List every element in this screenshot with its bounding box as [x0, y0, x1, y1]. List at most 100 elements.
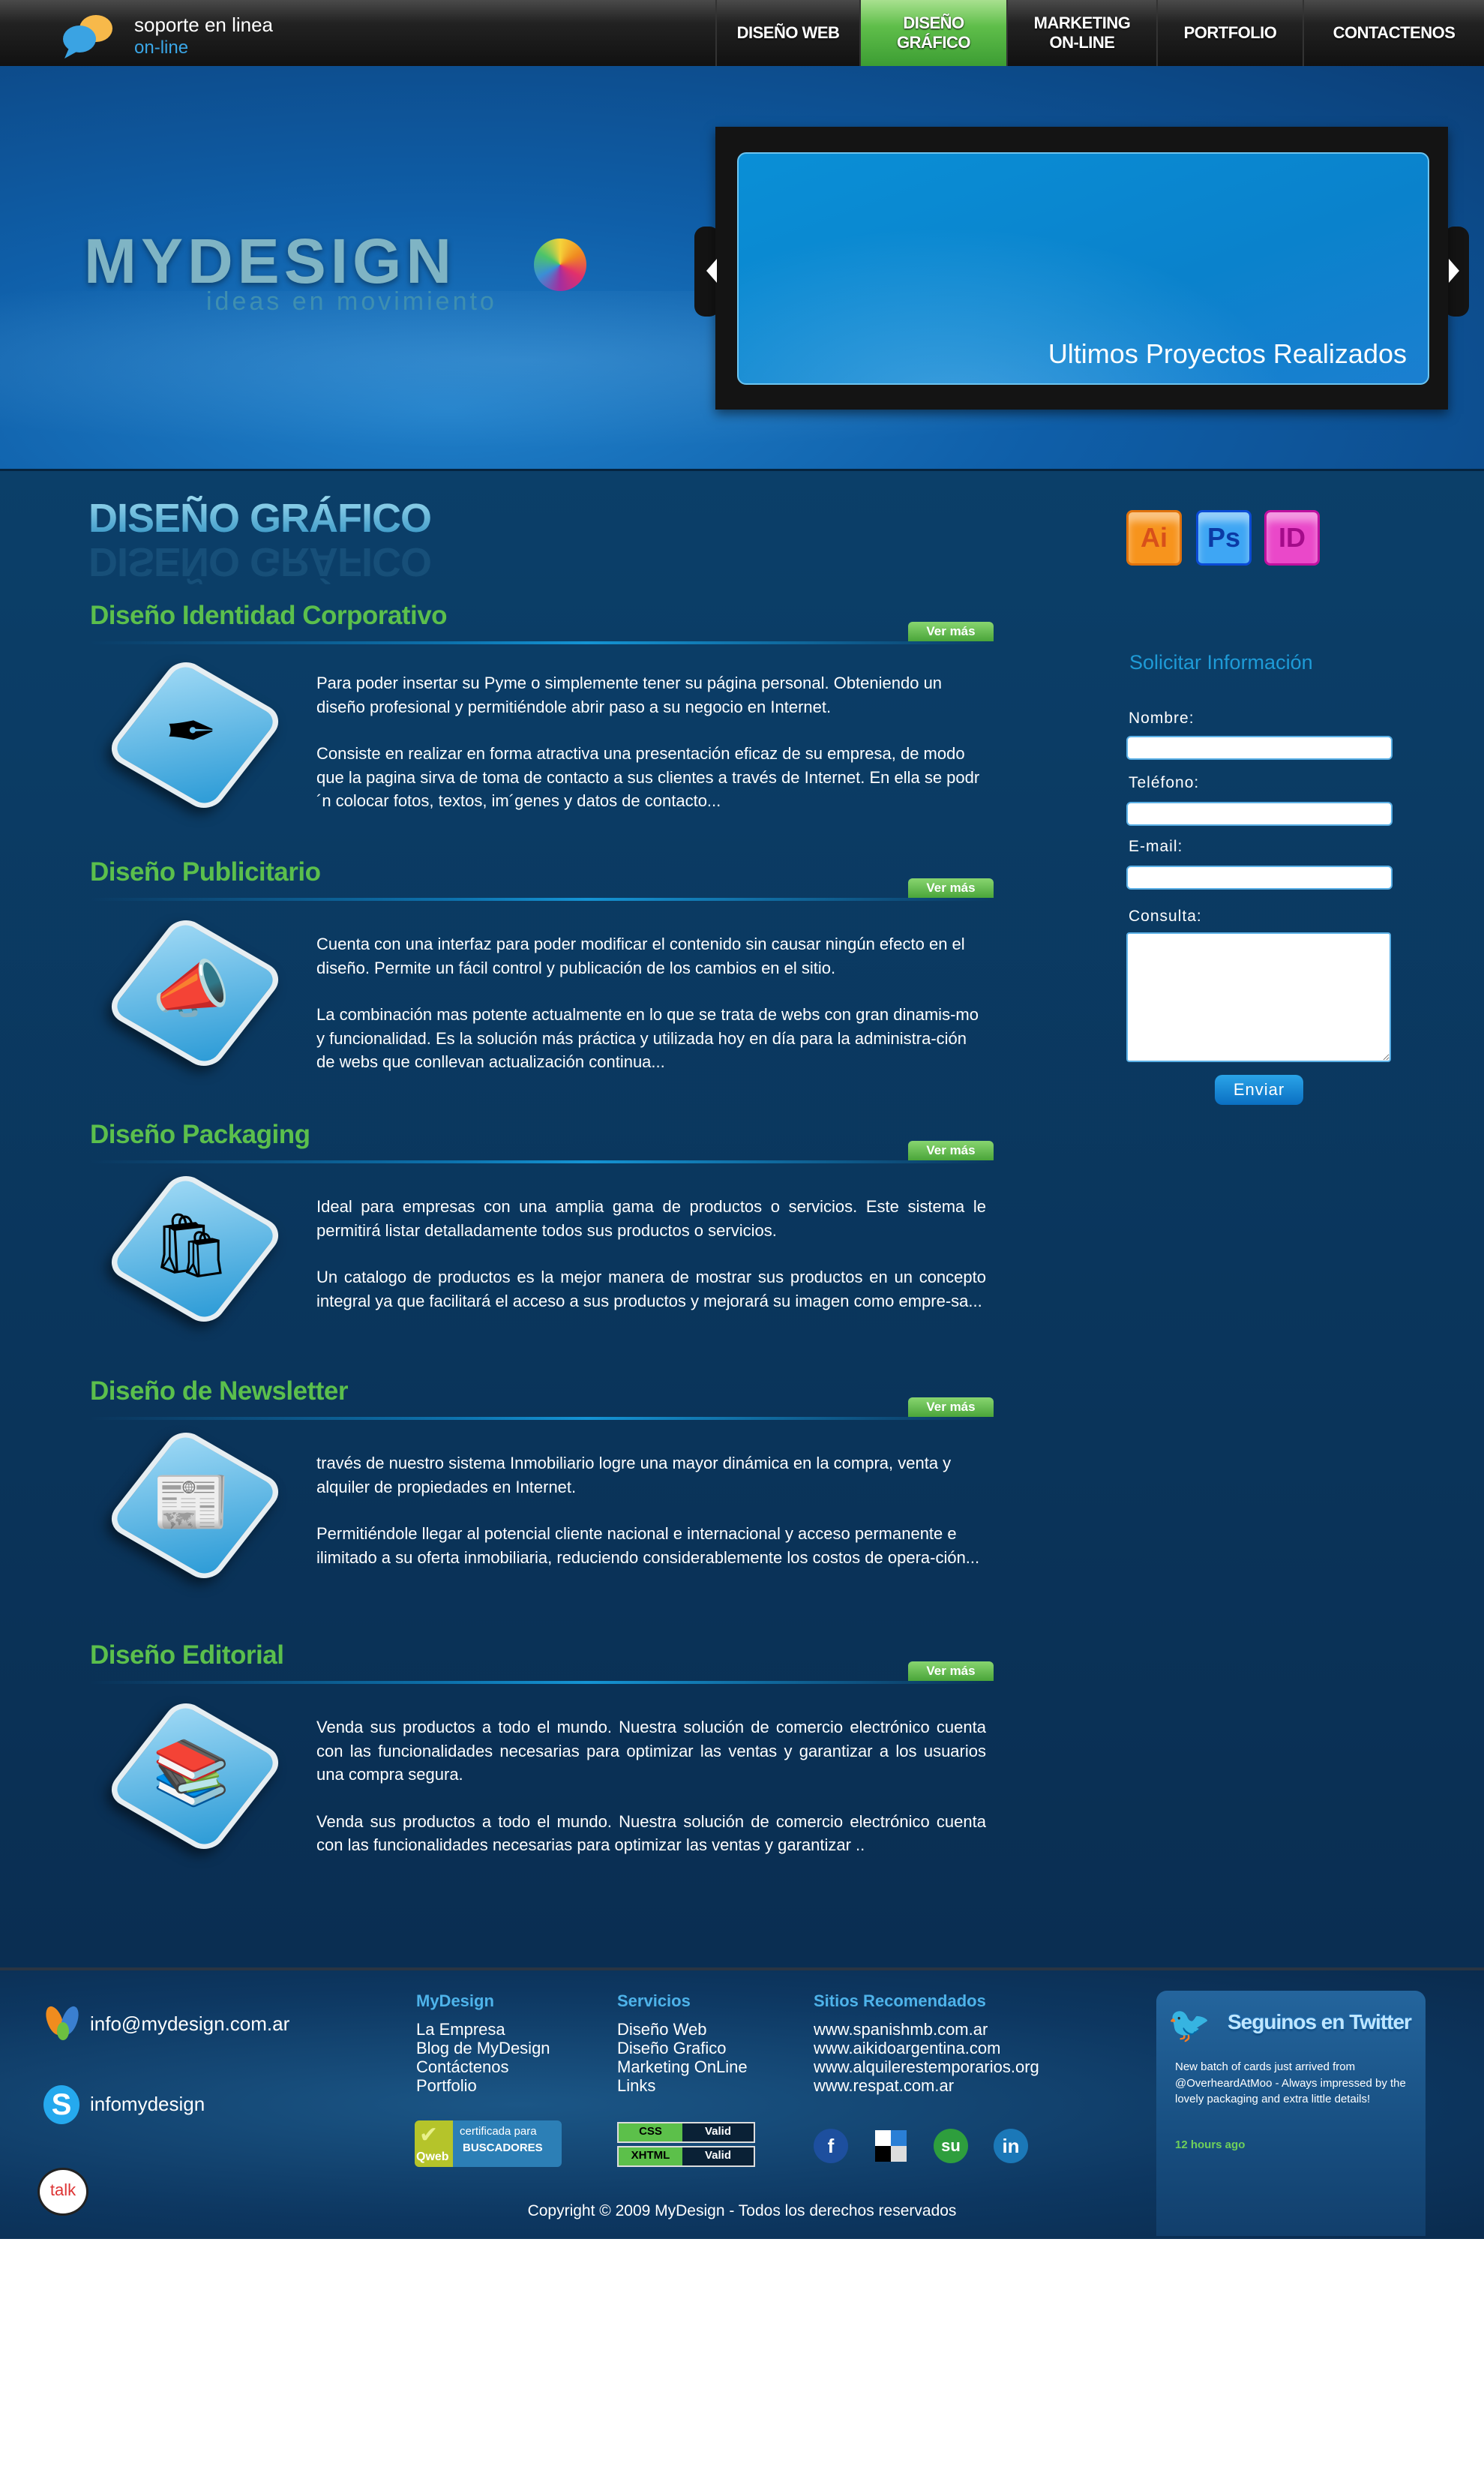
footer-skype[interactable]: infomydesign [90, 2093, 205, 2116]
support-status[interactable]: on-line [134, 38, 188, 59]
footer-link[interactable]: Contáctenos [416, 2057, 509, 2076]
section-paragraph: Ideal para empresas con una amplia gama … [316, 1197, 986, 1240]
qweb-line1: certificada para [460, 2125, 537, 2138]
footer-col-heading: MyDesign [416, 1991, 494, 2010]
section-icon-glyph: 📚 [151, 1736, 231, 1808]
footer-link[interactable]: Portfolio [416, 2076, 477, 2095]
slide-image[interactable]: Ultimos Proyectos Realizados [737, 152, 1429, 385]
shopping-bag-icon: 🛍 [103, 1166, 286, 1329]
footer-link[interactable]: www.spanishmb.com.ar [814, 2020, 988, 2039]
footer-link[interactable]: www.aikidoargentina.com [814, 2039, 1000, 2057]
section-divider [90, 1160, 994, 1163]
ver-mas-button[interactable]: Ver más [908, 1661, 994, 1681]
footer-link[interactable]: Blog de MyDesign [416, 2039, 550, 2057]
ver-mas-button[interactable]: Ver más [908, 1397, 994, 1417]
nav-diseno-grafico[interactable]: DISEÑO GRÁFICO [859, 0, 1006, 66]
arrow-left-icon[interactable] [706, 259, 717, 283]
css-valid-badge[interactable]: CSS Valid [617, 2122, 755, 2143]
footer-link[interactable]: Links [617, 2076, 655, 2095]
section-divider [90, 641, 994, 644]
section-description: través de nuestro sistema Inmobiliario l… [316, 1451, 986, 1592]
nav-diseno-web[interactable]: DISEÑO WEB [715, 0, 859, 66]
footer-link[interactable]: www.alquilerestemporarios.org [814, 2057, 1039, 2076]
section-divider [90, 1681, 994, 1684]
twitter-bird-icon[interactable]: 🐦 [1168, 2004, 1210, 2045]
page-title: DISEÑO GRÁFICO [88, 496, 432, 541]
section-icon-glyph: ✒ [164, 696, 218, 767]
consulta-textarea[interactable] [1126, 932, 1391, 1062]
section-paragraph: Permitiéndole llegar al potencial client… [316, 1524, 980, 1567]
nav-contactenos[interactable]: CONTACTENOS [1303, 0, 1484, 66]
footer-col-heading: Sitios Recomendados [814, 1991, 986, 2010]
nav-portfolio[interactable]: PORTFOLIO [1156, 0, 1303, 66]
footer-link[interactable]: Marketing OnLine [617, 2057, 748, 2076]
illustrator-icon: Ai [1126, 510, 1182, 566]
section-paragraph: La combinación mas potente actualmente e… [316, 1005, 979, 1071]
footer-link[interactable]: La Empresa [416, 2020, 505, 2039]
twitter-title[interactable]: Seguinos en Twitter [1228, 2010, 1412, 2034]
consulta-label: Consulta: [1129, 908, 1202, 925]
telefono-input[interactable] [1126, 802, 1393, 826]
logo-color-sphere-icon [534, 239, 586, 291]
section-paragraph: través de nuestro sistema Inmobiliario l… [316, 1454, 952, 1496]
nav-marketing-online[interactable]: MARKETING ON-LINE [1006, 0, 1156, 66]
ver-mas-button[interactable]: Ver más [908, 622, 994, 641]
footer-email[interactable]: info@mydesign.com.ar [90, 2012, 289, 2036]
section-icon-glyph: 📣 [151, 953, 231, 1025]
section-title[interactable]: Diseño Packaging [90, 1120, 310, 1150]
indesign-icon: ID [1264, 510, 1320, 566]
qweb-seo-badge[interactable]: ✔ Qweb certificada para BUSCADORES [415, 2120, 562, 2167]
slide-caption: Ultimos Proyectos Realizados [1048, 338, 1407, 369]
delicious-icon[interactable] [875, 2130, 907, 2162]
badge-value: Valid [682, 2147, 754, 2165]
footer-link[interactable]: Diseño Web [617, 2020, 706, 2039]
pen-signature-icon: ✒ [103, 653, 286, 815]
qweb-brand: Qweb [416, 2150, 449, 2163]
top-navigation-bar: soporte en linea on-line DISEÑO WEB DISE… [0, 0, 1484, 66]
section-paragraph: Venda sus productos a todo el mundo. Nue… [316, 1811, 986, 1855]
section-description: Cuenta con una interfaz para poder modif… [316, 932, 986, 1097]
ver-mas-button[interactable]: Ver más [908, 1141, 994, 1160]
skype-icon: S [43, 2085, 79, 2124]
section-paragraph: Consiste en realizar en forma atractiva … [316, 744, 980, 810]
section-description: Ideal para empresas con una amplia gama … [316, 1195, 986, 1336]
section-divider [90, 1417, 994, 1420]
section-icon-glyph: 🛍 [151, 1209, 232, 1280]
support-title: soporte en linea [134, 14, 274, 36]
submit-button[interactable]: Enviar [1215, 1075, 1303, 1105]
footer-link[interactable]: www.respat.com.ar [814, 2076, 954, 2095]
stumbleupon-icon[interactable]: su [934, 2129, 968, 2163]
ver-mas-button[interactable]: Ver más [908, 878, 994, 898]
section-divider [90, 898, 994, 901]
books-icon: 📚 [103, 1694, 286, 1856]
section-paragraph: Cuenta con una interfaz para poder modif… [316, 935, 965, 977]
section-title[interactable]: Diseño Editorial [90, 1640, 284, 1670]
arrow-right-icon[interactable] [1449, 259, 1459, 283]
logo-tagline: ideas en movimiento [206, 287, 497, 316]
photoshop-icon: Ps [1196, 510, 1252, 566]
footer-col-heading: Servicios [617, 1991, 691, 2010]
linkedin-icon[interactable]: in [994, 2129, 1028, 2163]
section-title[interactable]: Diseño de Newsletter [90, 1376, 349, 1406]
facebook-icon[interactable]: f [814, 2129, 848, 2163]
section-paragraph: Para poder insertar su Pyme o simplement… [316, 674, 943, 716]
form-title: Solicitar Información [1129, 651, 1313, 674]
footer-link[interactable]: Diseño Grafico [617, 2039, 727, 2057]
badge-value: Valid [682, 2123, 754, 2141]
section-title[interactable]: Diseño Publicitario [90, 857, 321, 887]
megaphone-icon: 📣 [103, 911, 286, 1073]
page-title-reflection: DISEÑO GRÁFICO [88, 539, 432, 584]
badge-key: CSS [619, 2123, 682, 2141]
xhtml-valid-badge[interactable]: XHTML Valid [617, 2146, 755, 2167]
badge-key: XHTML [619, 2147, 682, 2165]
tweet-time[interactable]: 12 hours ago [1175, 2138, 1245, 2151]
email-input[interactable] [1126, 866, 1393, 890]
section-paragraph: Un catalogo de productos es la mejor man… [316, 1268, 986, 1310]
section-description: Venda sus productos a todo el mundo. Nue… [316, 1715, 986, 1880]
telefono-label: Teléfono: [1129, 774, 1200, 791]
checkmark-icon: ✔ [419, 2123, 439, 2147]
section-description: Para poder insertar su Pyme o simplement… [316, 671, 986, 836]
nombre-input[interactable] [1126, 736, 1393, 760]
section-title[interactable]: Diseño Identidad Corporativo [90, 601, 448, 631]
newsletter-icon: 📰 [103, 1423, 286, 1586]
